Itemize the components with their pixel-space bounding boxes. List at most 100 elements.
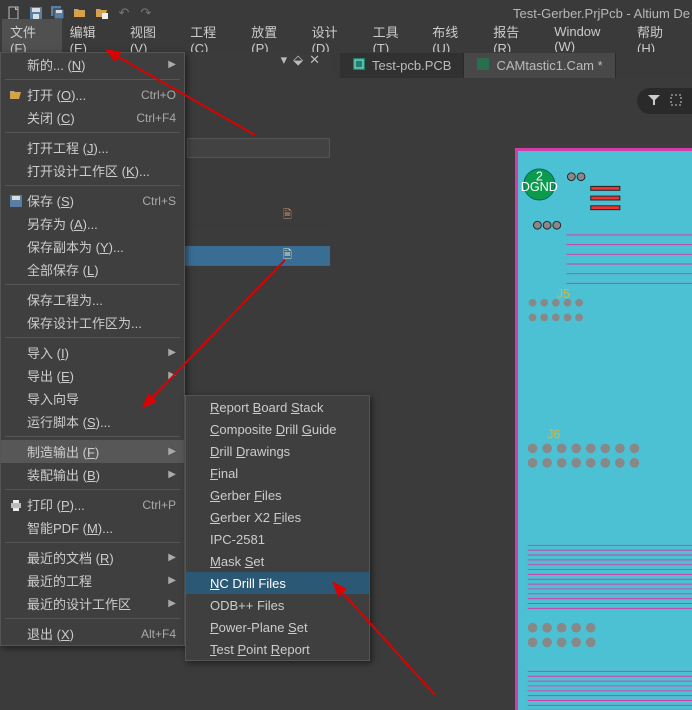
submenu-row[interactable]: Final (186, 462, 369, 484)
blank-icon (5, 140, 27, 156)
submenu-label: Gerber Files (210, 488, 361, 503)
menu-separator (5, 337, 180, 338)
menu-separator (5, 185, 180, 186)
menu-row-label: 导出 (E) (27, 366, 162, 385)
blank-icon (5, 467, 27, 483)
menu-row-label: 另存为 (A)... (27, 214, 176, 233)
submenu-label: Drill Drawings (210, 444, 361, 459)
menu-row-label: 关闭 (C) (27, 108, 136, 127)
menu-row-label: 打开设计工作区 (K)... (27, 161, 176, 180)
submenu-label: Mask Set (210, 554, 361, 569)
menu-row-shortcut: Ctrl+P (142, 498, 176, 512)
submenu-label: Gerber X2 Files (210, 510, 361, 525)
submenu-row[interactable]: IPC-2581 (186, 528, 369, 550)
menu-row[interactable]: 最近的文档 (R) ▶ (1, 546, 184, 569)
menu-row[interactable]: 最近的工程▶ (1, 569, 184, 592)
cam-tab-icon (476, 57, 490, 74)
funnel-icon[interactable] (647, 93, 661, 110)
menu-row[interactable]: 运行脚本 (S)... (1, 410, 184, 433)
submenu-label: Report Board Stack (210, 400, 361, 415)
select-icon[interactable] (669, 93, 683, 110)
svg-text:J6: J6 (547, 428, 560, 442)
dropdown-icon[interactable]: ▾ (281, 52, 288, 68)
submenu-row[interactable]: Power-Plane Set (186, 616, 369, 638)
blank-icon (5, 520, 27, 536)
file-menu: 新的... (N)▶打开 (O)...Ctrl+O关闭 (C)Ctrl+F4打开… (0, 52, 185, 646)
menu-row-label: 保存设计工作区为... (27, 313, 176, 332)
menu-row-label: 新的... (N) (27, 55, 162, 74)
menu-row[interactable]: 另存为 (A)... (1, 212, 184, 235)
chevron-right-icon: ▶ (168, 59, 176, 70)
fabrication-outputs-submenu: Report Board Stack Composite Drill Guide D… (185, 395, 370, 661)
menu-row-label: 装配输出 (B) (27, 465, 162, 484)
submenu-label: Power-Plane Set (210, 620, 361, 635)
submenu-label: ODB++ Files (210, 598, 361, 613)
menu-separator (5, 284, 180, 285)
submenu-row[interactable]: Composite Drill Guide (186, 418, 369, 440)
menu-separator (5, 618, 180, 619)
submenu-label: NC Drill Files (210, 576, 361, 591)
blank-icon (5, 315, 27, 331)
menu-row[interactable]: 装配输出 (B) ▶ (1, 463, 184, 486)
menu-row[interactable]: 关闭 (C)Ctrl+F4 (1, 106, 184, 129)
menu-row-label: 制造输出 (F) (27, 442, 162, 461)
menu-row[interactable]: 打印 (P)...Ctrl+P (1, 493, 184, 516)
submenu-row[interactable]: NC Drill Files (186, 572, 369, 594)
blank-icon (5, 216, 27, 232)
menu-row[interactable]: 打开设计工作区 (K)... (1, 159, 184, 182)
menu-row[interactable]: 退出 (X)Alt+F4 (1, 622, 184, 645)
submenu-row[interactable]: Report Board Stack (186, 396, 369, 418)
submenu-row[interactable]: Gerber X2 Files (186, 506, 369, 528)
chevron-right-icon: ▶ (168, 598, 176, 609)
menu-row[interactable]: 新的... (N) ▶ (1, 53, 184, 76)
menu-row-label: 导入 (I) (27, 343, 162, 362)
menu-row-label: 全部保存 (L) (27, 260, 176, 279)
submenu-row[interactable]: Drill Drawings (186, 440, 369, 462)
blank-icon (5, 573, 27, 589)
menu-separator (5, 436, 180, 437)
menu-row-shortcut: Ctrl+O (141, 88, 176, 102)
menu-row[interactable]: 导入向导 (1, 387, 184, 410)
menu-row[interactable]: 打开 (O)...Ctrl+O (1, 83, 184, 106)
menu-row[interactable]: 导出 (E) ▶ (1, 364, 184, 387)
open-icon (5, 87, 27, 103)
menu-row[interactable]: 导入 (I)▶ (1, 341, 184, 364)
blank-icon (5, 57, 27, 73)
menu-row[interactable]: 全部保存 (L) (1, 258, 184, 281)
pin-icon[interactable]: ⬙ (293, 52, 303, 68)
panel-row[interactable] (187, 138, 330, 158)
menu-separator (5, 79, 180, 80)
close-icon[interactable]: ✕ (309, 52, 320, 68)
menu-row[interactable]: 智能PDF (M)... (1, 516, 184, 539)
menu-row[interactable]: 保存工程为... (1, 288, 184, 311)
blank-icon (5, 391, 27, 407)
menu-row[interactable]: 制造输出 (F)▶ (1, 440, 184, 463)
filter-toolbar[interactable] (637, 88, 692, 114)
menu-row-label: 智能PDF (M)... (27, 518, 176, 537)
menu-row[interactable]: 保存副本为 (Y)... (1, 235, 184, 258)
tab-test-pcb[interactable]: Test-pcb.PCB (340, 53, 464, 78)
pcb-board[interactable]: 2 DGND (515, 148, 692, 710)
chevron-right-icon: ▶ (168, 552, 176, 563)
submenu-row[interactable]: ODB++ Files (186, 594, 369, 616)
menu-row[interactable]: 保存 (S)Ctrl+S (1, 189, 184, 212)
chevron-right-icon: ▶ (168, 469, 176, 480)
tab-camtastic[interactable]: CAMtastic1.Cam * (464, 53, 615, 78)
pcb-graphics: 2 DGND (518, 151, 692, 710)
chevron-right-icon: ▶ (168, 370, 176, 381)
menu-row-label: 保存 (S) (27, 191, 142, 210)
submenu-row[interactable]: Gerber Files (186, 484, 369, 506)
menu-row[interactable]: 最近的设计工作区▶ (1, 592, 184, 615)
menu-row[interactable]: 保存设计工作区为... (1, 311, 184, 334)
menu-row-label: 最近的文档 (R) (27, 548, 162, 567)
submenu-row[interactable]: Test Point Report (186, 638, 369, 660)
pcb-editor[interactable]: 2 DGND (340, 78, 692, 710)
blank-icon (5, 239, 27, 255)
submenu-label: Composite Drill Guide (210, 422, 361, 437)
submenu-label: Test Point Report (210, 642, 361, 657)
submenu-label: Final (210, 466, 361, 481)
menu-row[interactable]: 打开工程 (J)... (1, 136, 184, 159)
menu-row-label: 打开 (O)... (27, 85, 141, 104)
blank-icon (5, 345, 27, 361)
submenu-row[interactable]: Mask Set (186, 550, 369, 572)
